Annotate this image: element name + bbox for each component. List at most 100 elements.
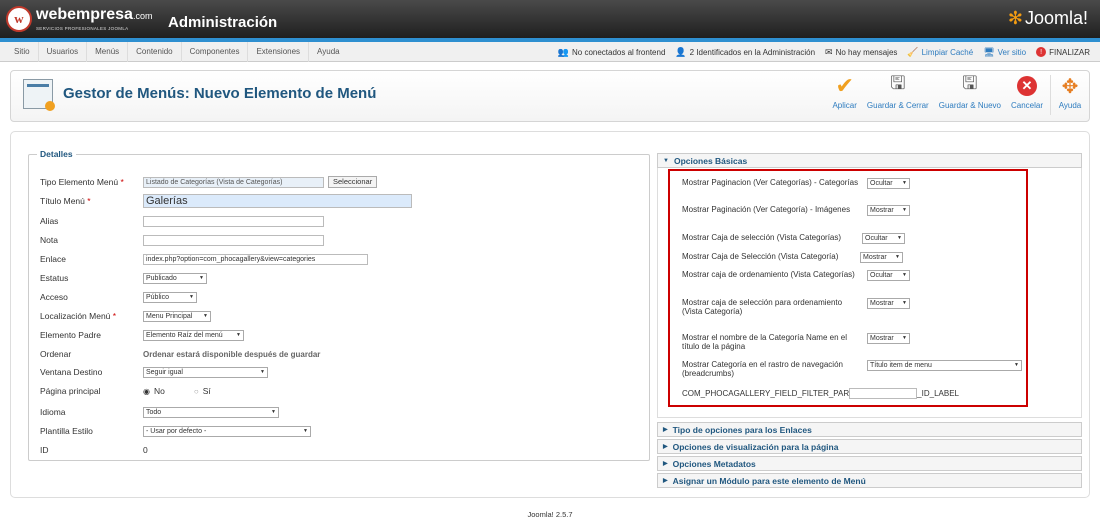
option-value: Ocultar bbox=[870, 180, 893, 187]
required-mark: * bbox=[87, 196, 91, 206]
basic-options-title: Opciones Básicas bbox=[673, 155, 748, 166]
row-id: ID 0 bbox=[40, 443, 148, 457]
alias-input[interactable] bbox=[143, 215, 324, 227]
estatus-label: Estatus bbox=[40, 273, 69, 283]
panel-metadata[interactable]: ▶ Opciones Metadatos bbox=[657, 456, 1082, 471]
webempresa-logo[interactable]: w webempresa.com SERVICIOS PROFESIONALES… bbox=[6, 6, 152, 32]
padre-value: Elemento Raíz del menú bbox=[146, 331, 223, 339]
panel-module-assignment[interactable]: ▶ Asignar un Módulo para este elemento de… bbox=[657, 473, 1082, 488]
radio-si[interactable]: ○ Sí bbox=[194, 386, 211, 396]
option-label: Mostrar Caja de selección (Vista Categor… bbox=[682, 233, 842, 242]
row-principal: Página principal ◉ No ○ Sí bbox=[40, 384, 211, 398]
nav-componentes[interactable]: Componentes bbox=[182, 42, 249, 62]
tipo-label-text: Tipo Elemento Menú bbox=[40, 177, 119, 187]
acceso-label: Acceso bbox=[40, 292, 68, 302]
plantilla-select[interactable]: - Usar por defecto - bbox=[143, 425, 311, 437]
option-select[interactable]: Ocultar bbox=[862, 233, 905, 244]
clear-cache-link[interactable]: 🧹 Limpiar Caché bbox=[907, 47, 973, 58]
save-icon: 🖫 bbox=[890, 73, 906, 93]
option-select[interactable]: Mostrar bbox=[867, 205, 910, 216]
plantilla-label: Plantilla Estilo bbox=[40, 426, 93, 436]
help-label: Ayuda bbox=[1058, 101, 1082, 110]
admin-title: Administración bbox=[168, 14, 278, 31]
option-select[interactable]: Mostrar bbox=[860, 252, 903, 263]
nav-contenido[interactable]: Contenido bbox=[128, 42, 182, 62]
radio-no[interactable]: ◉ No bbox=[143, 386, 165, 396]
view-site-link[interactable]: 🖥 Ver sitio bbox=[983, 47, 1026, 58]
estatus-select[interactable]: Publicado bbox=[143, 272, 207, 284]
webempresa-logo-icon: w bbox=[6, 6, 32, 32]
triangle-right-icon: ▶ bbox=[663, 461, 668, 467]
option-label: Mostrar Categoría en el rastro de navega… bbox=[682, 360, 843, 378]
ventana-select[interactable]: Seguir igual bbox=[143, 366, 268, 378]
filter-label-suffix: _ID_LABEL bbox=[917, 389, 959, 398]
panel-title: Asignar un Módulo para este elemento de … bbox=[672, 475, 866, 486]
logout-link[interactable]: ! FINALIZAR bbox=[1036, 47, 1090, 57]
cancel-button[interactable]: ✕ Cancelar bbox=[1011, 75, 1043, 115]
alias-label: Alias bbox=[40, 216, 59, 226]
ordenar-label: Ordenar bbox=[40, 349, 72, 359]
option-select[interactable]: Título item de menu bbox=[867, 360, 1022, 371]
footer-version: Joomla! 2.5.7 bbox=[527, 510, 573, 519]
titulo-input[interactable]: Galerías bbox=[143, 194, 412, 208]
basic-options-header[interactable]: ▼ Opciones Básicas bbox=[657, 153, 1082, 168]
nav-usuarios[interactable]: Usuarios bbox=[39, 42, 88, 62]
acceso-select[interactable]: Público bbox=[143, 291, 197, 303]
localizacion-label: Localización Menú * bbox=[40, 311, 143, 321]
option-select[interactable]: Ocultar bbox=[867, 178, 910, 189]
option-label: Mostrar Caja de Selección (Vista Categor… bbox=[682, 252, 839, 261]
enlace-label: Enlace bbox=[40, 254, 66, 264]
save-close-button[interactable]: 🖫 Guardar & Cerrar bbox=[867, 73, 929, 115]
main-nav: Sitio Usuarios Menús Contenido Component… bbox=[6, 42, 348, 62]
row-enlace: Enlace index.php?option=com_phocagallery… bbox=[40, 252, 368, 266]
option-value: Ocultar bbox=[865, 235, 888, 242]
idioma-label: Idioma bbox=[40, 407, 66, 417]
enlace-input[interactable]: index.php?option=com_phocagallery&view=c… bbox=[143, 253, 368, 265]
monitor-icon: 🖥 bbox=[983, 46, 995, 57]
localizacion-select[interactable]: Menu Principal bbox=[143, 310, 211, 322]
id-label: ID bbox=[40, 445, 49, 455]
option-label: Mostrar caja de selección para ordenamie… bbox=[682, 298, 843, 316]
option-select[interactable]: Mostrar bbox=[867, 298, 910, 309]
idioma-select[interactable]: Todo bbox=[143, 406, 279, 418]
apply-label: Aplicar bbox=[832, 101, 857, 110]
nav-sitio[interactable]: Sitio bbox=[6, 42, 39, 62]
nota-label: Nota bbox=[40, 235, 58, 245]
row-alias: Alias bbox=[40, 214, 324, 228]
tipo-elemento-input[interactable]: Listado de Categorías (Vista de Categorí… bbox=[143, 176, 324, 188]
toolbar-divider bbox=[1050, 75, 1051, 115]
status-messages[interactable]: ✉ No hay mensajes bbox=[825, 47, 897, 58]
status-frontend: 👥 No conectados al frontend bbox=[558, 47, 666, 58]
nota-input[interactable] bbox=[143, 234, 324, 246]
padre-select[interactable]: Elemento Raíz del menú bbox=[143, 329, 244, 341]
save-new-button[interactable]: 🖫 Guardar & Nuevo bbox=[939, 73, 1001, 115]
row-nota: Nota bbox=[40, 233, 324, 247]
row-ventana: Ventana Destino Seguir igual bbox=[40, 365, 268, 379]
panel-page-display[interactable]: ▶ Opciones de visualización para la págin… bbox=[657, 439, 1082, 454]
row-ordenar: Ordenar Ordenar estará disponible despué… bbox=[40, 347, 320, 361]
estatus-value: Publicado bbox=[146, 274, 177, 282]
row-estatus: Estatus Publicado bbox=[40, 271, 207, 285]
option-select[interactable]: Mostrar bbox=[867, 333, 910, 344]
option-select[interactable]: Ocultar bbox=[867, 270, 910, 281]
option-value: Ocultar bbox=[870, 272, 893, 279]
panel-link-options[interactable]: ▶ Tipo de opciones para los Enlaces bbox=[657, 422, 1082, 437]
localizacion-label-text: Localización Menú bbox=[40, 311, 111, 321]
view-site-text: Ver sitio bbox=[997, 47, 1027, 57]
nav-menus[interactable]: Menús bbox=[87, 42, 129, 62]
users-icon: 👥 bbox=[557, 46, 569, 57]
nav-extensiones[interactable]: Extensiones bbox=[248, 42, 310, 62]
option-label: Mostrar Paginación (Ver Categoría) - Imá… bbox=[682, 205, 851, 214]
nav-ayuda[interactable]: Ayuda bbox=[309, 42, 348, 62]
power-icon: ! bbox=[1036, 47, 1047, 57]
acceso-value: Público bbox=[146, 293, 169, 301]
seleccionar-button[interactable]: Seleccionar bbox=[328, 176, 378, 188]
apply-button[interactable]: ✔ Aplicar bbox=[832, 73, 857, 115]
option-value: Título item de menu bbox=[870, 362, 932, 369]
status-bar: 👥 No conectados al frontend 👤 2 Identifica… bbox=[548, 42, 1090, 62]
status-admins-text: 2 Identificados en la Administración bbox=[689, 47, 816, 57]
filter-input[interactable] bbox=[849, 388, 918, 399]
option-value: Mostrar bbox=[870, 300, 894, 307]
option-label: Mostrar el nombre de la Categoría Name e… bbox=[682, 333, 847, 351]
help-button[interactable]: ✥ Ayuda bbox=[1058, 75, 1082, 115]
